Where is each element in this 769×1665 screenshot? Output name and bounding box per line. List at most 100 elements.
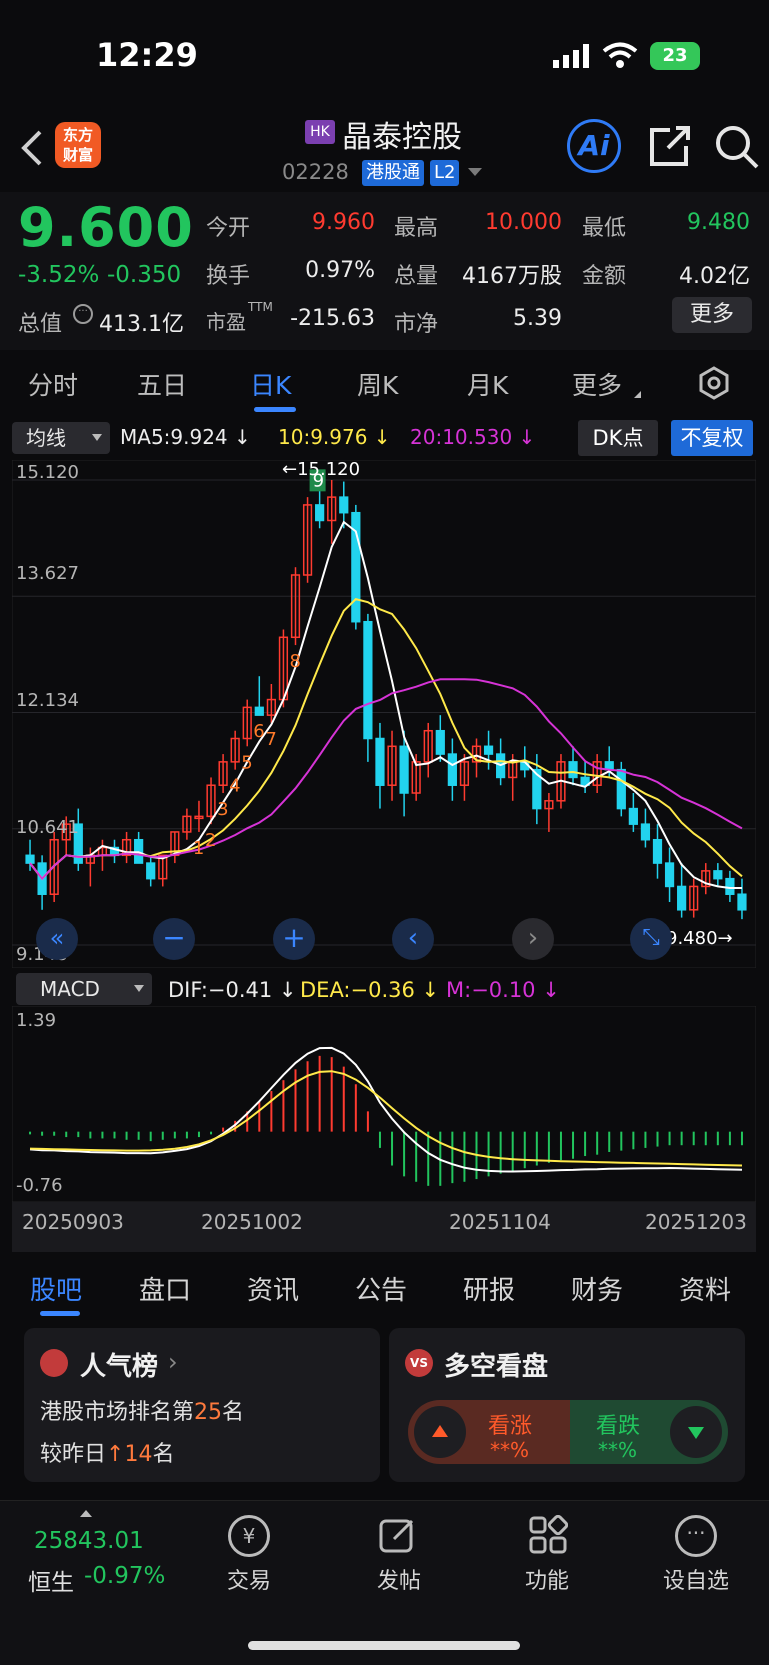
high-marker: ←15.120 xyxy=(282,459,361,480)
battery-level: 23 xyxy=(662,45,688,66)
amount-label: 金额 xyxy=(582,264,627,289)
td-count-label: 2 xyxy=(205,830,216,851)
fast-back-button[interactable]: « xyxy=(36,918,78,960)
subtab-news[interactable]: 资讯 xyxy=(247,1270,299,1307)
tab-monthly-k[interactable]: 月K xyxy=(467,366,508,402)
tab-daily-k[interactable]: 日K xyxy=(250,366,291,402)
candle-body xyxy=(725,877,735,895)
dk-point-button[interactable]: DK点 xyxy=(578,420,658,456)
index-name[interactable]: 恒生 xyxy=(28,1563,74,1597)
candle-body xyxy=(737,893,747,911)
rank-prefix: 港股市场排名第 xyxy=(40,1400,195,1425)
index-value[interactable]: 25843.01 xyxy=(34,1528,144,1554)
subtab-underline xyxy=(40,1311,80,1316)
tab-intraday[interactable]: 分时 xyxy=(28,366,78,402)
y-tick-3: 12.134 xyxy=(16,690,79,711)
connect-badge: 港股通 xyxy=(362,160,424,186)
amount-value: 4.02亿 xyxy=(679,264,750,289)
pe-value: -215.63 xyxy=(290,306,375,331)
popularity-title: 人气榜 xyxy=(80,1352,159,1382)
caret-up-icon[interactable] xyxy=(80,1510,92,1517)
rank-change-suffix: 名 xyxy=(152,1442,175,1467)
app-logo: 东方 财富 xyxy=(55,122,101,168)
nav-post[interactable]: 发帖 xyxy=(350,1563,448,1595)
macd-background xyxy=(12,1006,756,1202)
search-icon[interactable] xyxy=(714,124,760,174)
rank-icon xyxy=(40,1349,68,1377)
fullscreen-button[interactable]: ⤡ xyxy=(630,918,672,960)
macd-dropdown-label: MACD xyxy=(40,977,100,1001)
back-icon[interactable] xyxy=(18,128,46,172)
logo-line1: 东方 xyxy=(62,126,93,144)
candle-body xyxy=(628,807,638,825)
candle-body xyxy=(616,768,626,810)
scroll-right-button[interactable]: › xyxy=(512,918,554,960)
tab-five-day[interactable]: 五日 xyxy=(137,366,187,402)
open-label: 今开 xyxy=(206,216,251,241)
macd-chart[interactable] xyxy=(12,1006,756,1202)
change-pct: -3.52% xyxy=(18,262,100,288)
ma10-legend: 10:9.976 ↓ xyxy=(278,425,391,449)
ma20-legend: 20:10.530 ↓ xyxy=(410,425,536,449)
candle-body xyxy=(339,496,349,514)
subtab-orderbook[interactable]: 盘口 xyxy=(139,1270,191,1307)
x-tick-2: 20251002 xyxy=(201,1210,303,1234)
high-marker-value: 15.120 xyxy=(297,459,361,480)
rank-change-value: 14 xyxy=(124,1442,153,1467)
post-icon[interactable] xyxy=(378,1515,418,1559)
rank-change-prefix: 较昨日 xyxy=(40,1442,107,1467)
indicator-dropdown-label: 均线 xyxy=(26,426,66,450)
nav-function[interactable]: 功能 xyxy=(498,1563,596,1595)
nav-add-watchlist[interactable]: 设自选 xyxy=(647,1563,745,1595)
index-change[interactable]: -0.97% xyxy=(84,1563,165,1589)
subtab-forum[interactable]: 股吧 xyxy=(30,1270,82,1307)
trade-icon[interactable]: ¥ xyxy=(228,1515,270,1557)
active-tab-indicator xyxy=(254,407,296,412)
more-button[interactable]: 更多 xyxy=(672,297,752,333)
status-time: 12:29 xyxy=(96,36,198,74)
dropdown-icon[interactable] xyxy=(468,168,482,176)
mktcap-label: 总值 xyxy=(18,312,63,337)
function-icon[interactable] xyxy=(528,1514,569,1559)
tab-more[interactable]: 更多 xyxy=(572,366,622,402)
bear-value: **% xyxy=(598,1438,638,1462)
td-count-label: 5 xyxy=(241,752,252,773)
more-dots-icon[interactable]: ··· xyxy=(73,304,93,324)
rank-value: 25 xyxy=(194,1400,223,1425)
zoom-out-button[interactable]: − xyxy=(153,918,195,960)
ma20-value: 20:10.530 xyxy=(410,425,513,449)
chevron-down-icon xyxy=(92,434,102,441)
chevron-right-icon: › xyxy=(168,1348,178,1376)
pe-label: 市盈 xyxy=(206,310,246,334)
candle-body xyxy=(435,729,445,755)
indicator-dropdown[interactable]: 均线 xyxy=(12,422,110,454)
share-icon[interactable] xyxy=(648,124,692,172)
add-watchlist-icon[interactable]: ··· xyxy=(675,1515,717,1557)
y-tick-2: 13.627 xyxy=(16,563,79,584)
settings-icon[interactable] xyxy=(697,366,731,404)
vs-icon: VS xyxy=(405,1349,433,1377)
scroll-left-button[interactable]: ‹ xyxy=(392,918,434,960)
candlestick-chart[interactable]: 1 23456 789 xyxy=(12,460,756,968)
dea-value: DEA:−0.36 xyxy=(300,978,415,1002)
m-value: M:−0.10 xyxy=(446,978,536,1002)
macd-dropdown[interactable]: MACD xyxy=(16,973,152,1005)
subtab-finance[interactable]: 财务 xyxy=(571,1270,623,1307)
td-count-label: 1 xyxy=(193,838,204,859)
zoom-in-button[interactable]: + xyxy=(273,918,315,960)
tab-weekly-k[interactable]: 周K xyxy=(357,366,398,402)
adjust-button[interactable]: 不复权 xyxy=(671,420,753,456)
turnover-label: 换手 xyxy=(206,264,251,289)
candle-body xyxy=(363,620,373,740)
dif-legend: DIF:−0.41 ↓ xyxy=(168,978,297,1002)
subtab-research[interactable]: 研报 xyxy=(463,1270,515,1307)
candle-body xyxy=(375,737,385,786)
x-tick-1: 20250903 xyxy=(22,1210,124,1234)
chart-background xyxy=(12,460,756,968)
candle-body xyxy=(713,870,723,880)
stock-name[interactable]: 晶泰控股 xyxy=(342,112,462,156)
subtab-profile[interactable]: 资料 xyxy=(679,1270,731,1307)
subtab-announcements[interactable]: 公告 xyxy=(355,1270,407,1307)
ai-button[interactable]: Ai xyxy=(567,119,621,173)
nav-trade[interactable]: 交易 xyxy=(200,1563,298,1595)
